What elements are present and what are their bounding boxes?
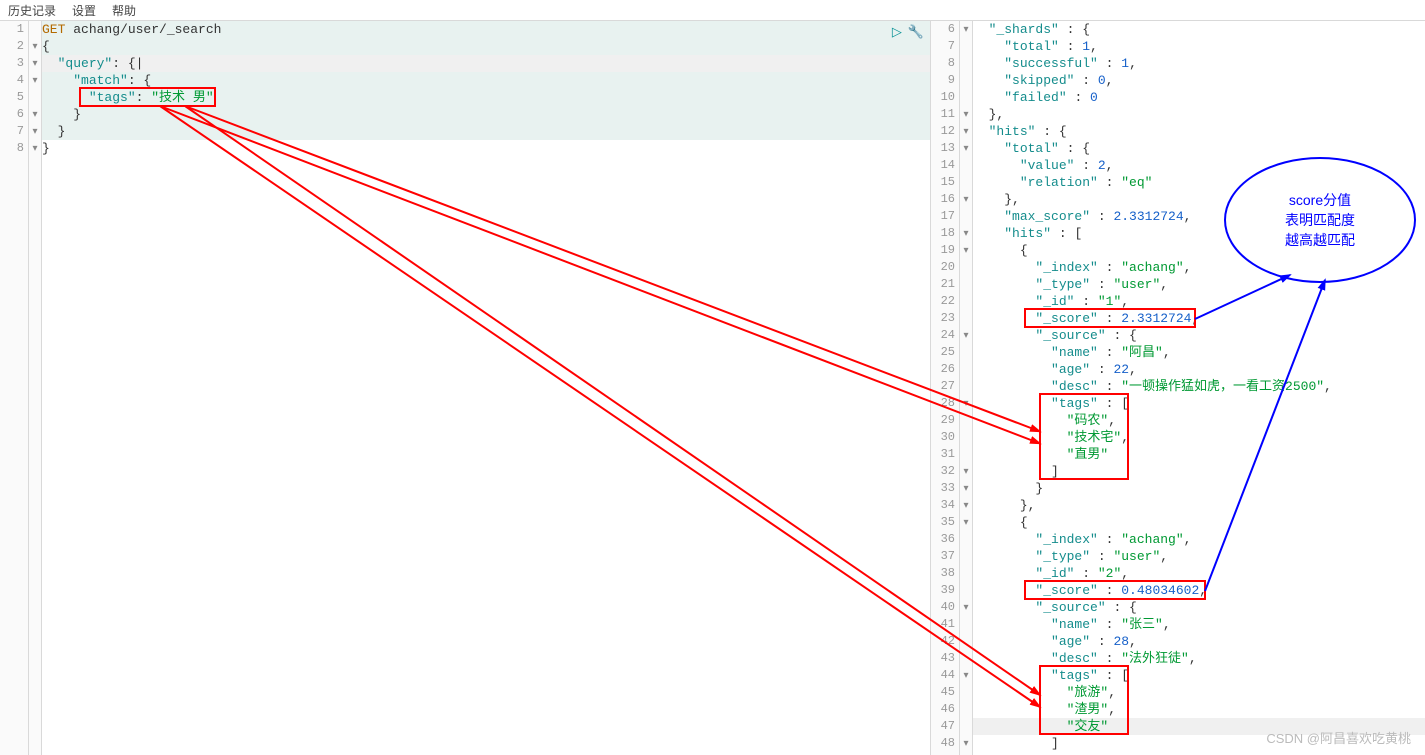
response-line-45[interactable]: "旅游", (973, 684, 1425, 701)
response-line-28[interactable]: "tags" : [ (973, 395, 1425, 412)
response-line-11[interactable]: }, (973, 106, 1425, 123)
request-line-6[interactable]: } (42, 106, 930, 123)
request-editor[interactable]: 12345678 ▷ 🔧 GET achang/user/_search{ "q… (0, 20, 931, 755)
response-line-33[interactable]: } (973, 480, 1425, 497)
response-line-44[interactable]: "tags" : [ (973, 667, 1425, 684)
response-line-19[interactable]: { (973, 242, 1425, 259)
response-line-25[interactable]: "name" : "阿昌", (973, 344, 1425, 361)
response-line-32[interactable]: ] (973, 463, 1425, 480)
response-line-8[interactable]: "successful" : 1, (973, 55, 1425, 72)
menu-settings[interactable]: 设置 (72, 2, 96, 19)
response-line-16[interactable]: }, (973, 191, 1425, 208)
request-line-5[interactable]: "tags": "技术 男" (42, 89, 930, 106)
response-line-40[interactable]: "_source" : { (973, 599, 1425, 616)
menu-history[interactable]: 历史记录 (8, 2, 56, 19)
response-line-6[interactable]: "_shards" : { (973, 21, 1425, 38)
wrench-icon[interactable]: 🔧 (908, 25, 924, 40)
request-line-3[interactable]: "query": {| (42, 55, 930, 72)
response-line-43[interactable]: "desc" : "法外狂徒", (973, 650, 1425, 667)
menu-help[interactable]: 帮助 (112, 2, 136, 19)
response-line-17[interactable]: "max_score" : 2.3312724, (973, 208, 1425, 225)
response-line-48[interactable]: ] (973, 735, 1425, 752)
response-line-46[interactable]: "渣男", (973, 701, 1425, 718)
top-menu: 历史记录 设置 帮助 (0, 0, 1425, 20)
response-line-23[interactable]: "_score" : 2.3312724, (973, 310, 1425, 327)
response-line-22[interactable]: "_id" : "1", (973, 293, 1425, 310)
response-line-27[interactable]: "desc" : "一顿操作猛如虎，一看工资2500", (973, 378, 1425, 395)
response-line-30[interactable]: "技术宅", (973, 429, 1425, 446)
response-line-18[interactable]: "hits" : [ (973, 225, 1425, 242)
response-line-34[interactable]: }, (973, 497, 1425, 514)
request-line-8[interactable]: } (42, 140, 930, 157)
request-line-2[interactable]: { (42, 38, 930, 55)
run-query-icon[interactable]: ▷ (892, 25, 902, 40)
request-line-7[interactable]: } (42, 123, 930, 140)
response-line-13[interactable]: "total" : { (973, 140, 1425, 157)
response-line-31[interactable]: "直男" (973, 446, 1425, 463)
response-line-14[interactable]: "value" : 2, (973, 157, 1425, 174)
response-line-12[interactable]: "hits" : { (973, 123, 1425, 140)
response-viewer[interactable]: 6789101112131415161718192021222324252627… (931, 20, 1425, 755)
response-line-10[interactable]: "failed" : 0 (973, 89, 1425, 106)
response-line-47[interactable]: "交友" (973, 718, 1425, 735)
response-line-20[interactable]: "_index" : "achang", (973, 259, 1425, 276)
request-line-4[interactable]: "match": { (42, 72, 930, 89)
request-line-1[interactable]: GET achang/user/_search (42, 21, 930, 38)
response-line-37[interactable]: "_type" : "user", (973, 548, 1425, 565)
response-line-41[interactable]: "name" : "张三", (973, 616, 1425, 633)
response-line-26[interactable]: "age" : 22, (973, 361, 1425, 378)
response-line-7[interactable]: "total" : 1, (973, 38, 1425, 55)
response-line-9[interactable]: "skipped" : 0, (973, 72, 1425, 89)
response-line-36[interactable]: "_index" : "achang", (973, 531, 1425, 548)
response-line-42[interactable]: "age" : 28, (973, 633, 1425, 650)
response-line-15[interactable]: "relation" : "eq" (973, 174, 1425, 191)
response-line-21[interactable]: "_type" : "user", (973, 276, 1425, 293)
response-line-35[interactable]: { (973, 514, 1425, 531)
response-line-38[interactable]: "_id" : "2", (973, 565, 1425, 582)
response-line-24[interactable]: "_source" : { (973, 327, 1425, 344)
response-line-29[interactable]: "码农", (973, 412, 1425, 429)
run-toolbar: ▷ 🔧 (892, 25, 924, 40)
response-line-39[interactable]: "_score" : 0.48034602, (973, 582, 1425, 599)
